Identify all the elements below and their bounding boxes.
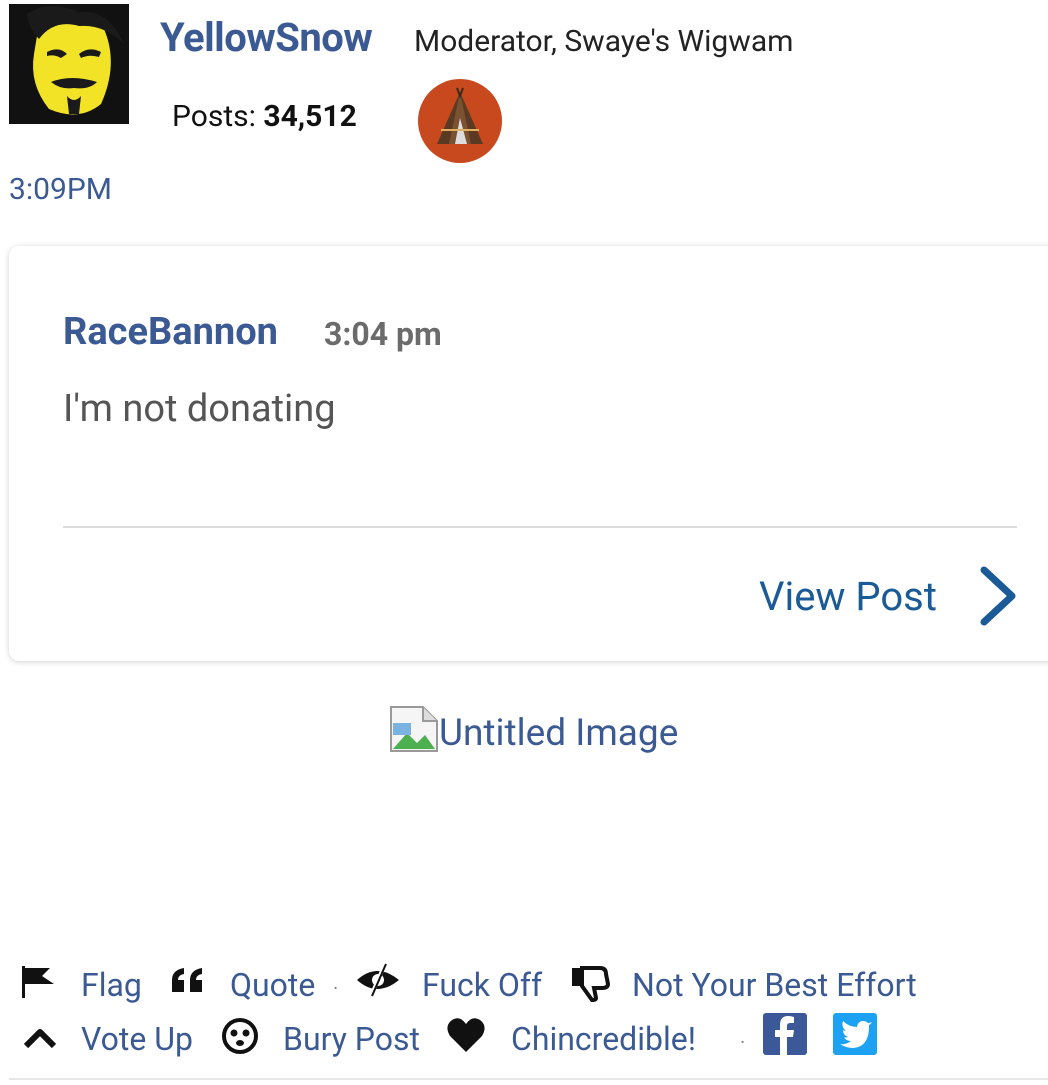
post-timestamp[interactable]: 3:09PM bbox=[9, 172, 112, 207]
author-role: Moderator, Swaye's Wigwam bbox=[414, 24, 794, 59]
hide-icon[interactable] bbox=[355, 962, 401, 1002]
thumbs-down-icon[interactable] bbox=[570, 966, 611, 1006]
vote-up-link[interactable]: Vote Up bbox=[81, 1020, 193, 1058]
teepee-badge bbox=[417, 78, 503, 164]
not-your-best-effort-link[interactable]: Not Your Best Effort bbox=[632, 966, 917, 1004]
separator-dot: · bbox=[333, 976, 339, 1000]
chevron-up-icon[interactable] bbox=[22, 1026, 58, 1054]
user-avatar[interactable] bbox=[9, 4, 129, 124]
bury-post-link[interactable]: Bury Post bbox=[283, 1020, 420, 1058]
author-name[interactable]: YellowSnow bbox=[160, 14, 373, 61]
card-divider bbox=[63, 526, 1017, 528]
quote-link[interactable]: Quote bbox=[230, 966, 315, 1004]
image-alt-text: Untitled Image bbox=[439, 712, 679, 755]
chevron-right-icon[interactable] bbox=[978, 566, 1018, 626]
posts-value: 34,512 bbox=[263, 99, 357, 134]
quoted-time: 3:04 pm bbox=[324, 315, 442, 353]
flag-link[interactable]: Flag bbox=[81, 966, 142, 1004]
flag-icon[interactable] bbox=[20, 964, 60, 1004]
view-post-link[interactable]: View Post bbox=[759, 573, 937, 620]
twitter-icon[interactable] bbox=[833, 1013, 877, 1055]
posts-label: Posts: bbox=[172, 99, 256, 134]
post-count: Posts: 34,512 bbox=[172, 99, 357, 134]
heart-icon[interactable] bbox=[446, 1016, 486, 1058]
facebook-icon[interactable] bbox=[763, 1013, 807, 1055]
skull-icon[interactable] bbox=[220, 1016, 260, 1060]
fuck-off-link[interactable]: Fuck Off bbox=[422, 966, 542, 1004]
broken-image-icon bbox=[389, 705, 439, 753]
quoted-author[interactable]: RaceBannon bbox=[63, 310, 278, 354]
footer-divider bbox=[9, 1078, 1048, 1080]
quote-icon[interactable] bbox=[170, 966, 210, 1000]
separator-dot: · bbox=[740, 1030, 746, 1054]
chincredible-link[interactable]: Chincredible! bbox=[511, 1020, 696, 1058]
quoted-body: I'm not donating bbox=[63, 387, 336, 431]
